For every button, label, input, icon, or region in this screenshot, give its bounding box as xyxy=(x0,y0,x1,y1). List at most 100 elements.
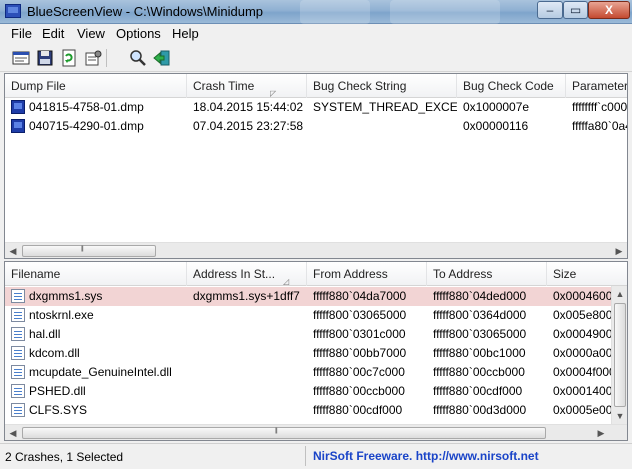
from-address: fffff800`03065000 xyxy=(313,308,407,322)
scroll-up-arrow-icon[interactable]: ▲ xyxy=(612,286,627,302)
close-button[interactable]: X xyxy=(588,1,630,19)
column-crash-time-label: Crash Time xyxy=(193,79,255,93)
bluescreenview-app-icon xyxy=(5,4,21,18)
module-row[interactable]: kdcom.dll fffff880`00bb7000 fffff880`00b… xyxy=(5,344,627,363)
module-filename: hal.dll xyxy=(29,327,61,341)
scroll-grip-icon: ||| xyxy=(81,246,84,252)
nirsoft-link[interactable]: NirSoft Freeware. http://www.nirsoft.net xyxy=(313,449,539,463)
properties-icon[interactable] xyxy=(84,49,102,67)
sort-descending-icon: ◿ xyxy=(283,277,290,286)
column-to-address[interactable]: To Address xyxy=(427,262,547,286)
scroll-left-arrow-icon[interactable]: ◀ xyxy=(5,243,21,258)
scroll-thumb[interactable] xyxy=(22,427,546,439)
to-address: fffff880`00d3d000 xyxy=(433,403,527,417)
menu-file[interactable]: File xyxy=(11,26,32,41)
scroll-thumb[interactable] xyxy=(22,245,156,257)
column-address-in-stack[interactable]: Address In St... ◿ xyxy=(187,262,307,286)
modules-vertical-scrollbar[interactable]: ▲ ▼ xyxy=(611,286,627,424)
dump-row[interactable]: 041815-4758-01.dmp 18.04.2015 15:44:02 S… xyxy=(5,98,627,117)
scroll-right-arrow-icon[interactable]: ▶ xyxy=(593,425,609,440)
crash-dumps-header: Dump File Crash Time ◸ Bug Check String … xyxy=(5,74,627,98)
bug-check-string xyxy=(313,117,457,136)
dumps-horizontal-scrollbar[interactable]: ◀ ||| ▶ xyxy=(5,242,627,258)
column-dump-file[interactable]: Dump File xyxy=(5,74,187,98)
address-in-stack xyxy=(193,344,307,363)
sort-descending-icon: ◸ xyxy=(270,89,277,98)
refresh-icon[interactable] xyxy=(60,49,78,67)
module-size: 0x0000a000 xyxy=(553,346,613,360)
module-filename: mcupdate_GenuineIntel.dll xyxy=(29,365,172,379)
module-row[interactable]: ntoskrnl.exe fffff800`03065000 fffff800`… xyxy=(5,306,627,325)
module-size: 0x005e8000 xyxy=(553,308,613,322)
module-filename: ntoskrnl.exe xyxy=(29,308,94,322)
address-in-stack xyxy=(193,382,307,401)
modules-list[interactable]: Filename Address In St... ◿ From Address… xyxy=(4,261,628,441)
crash-dumps-list[interactable]: Dump File Crash Time ◸ Bug Check String … xyxy=(4,73,628,259)
address-in-stack xyxy=(193,363,307,382)
find-icon[interactable] xyxy=(129,49,147,67)
scroll-grip-icon: ||| xyxy=(275,428,278,434)
from-address: fffff880`00bb7000 xyxy=(313,346,407,360)
crash-count-status: 2 Crashes, 1 Selected xyxy=(5,450,124,464)
background-window-ghost xyxy=(300,0,370,24)
to-address: fffff800`0364d000 xyxy=(433,308,527,322)
column-filename[interactable]: Filename xyxy=(5,262,187,286)
module-row[interactable]: PSHED.dll fffff880`00ccb000 fffff880`00c… xyxy=(5,382,627,401)
from-address: fffff880`04da7000 xyxy=(313,289,407,303)
module-row[interactable]: hal.dll fffff800`0301c000 fffff800`03065… xyxy=(5,325,627,344)
column-crash-time[interactable]: Crash Time ◸ xyxy=(187,74,307,98)
scroll-thumb[interactable] xyxy=(614,303,626,407)
html-report-icon[interactable] xyxy=(12,49,30,67)
module-size: 0x00049000 xyxy=(553,327,613,341)
from-address: fffff880`00c7c000 xyxy=(313,365,405,379)
to-address: fffff880`00cdf000 xyxy=(433,384,523,398)
modules-horizontal-scrollbar[interactable]: ◀ ||| ▶ xyxy=(5,424,627,440)
scroll-down-arrow-icon[interactable]: ▼ xyxy=(612,408,627,424)
title-bar[interactable]: BlueScreenView - C:\Windows\Minidump – ▭… xyxy=(0,0,632,24)
status-divider xyxy=(305,446,306,466)
module-size: 0x00014000 xyxy=(553,384,613,398)
column-from-address[interactable]: From Address xyxy=(307,262,427,286)
menu-options[interactable]: Options xyxy=(116,26,161,41)
menu-help[interactable]: Help xyxy=(172,26,199,41)
column-bug-check-code[interactable]: Bug Check Code xyxy=(457,74,566,98)
from-address: fffff800`0301c000 xyxy=(313,327,406,341)
toolbar-separator xyxy=(106,49,107,67)
to-address: fffff880`00ccb000 xyxy=(433,365,525,379)
module-row[interactable]: mcupdate_GenuineIntel.dll fffff880`00c7c… xyxy=(5,363,627,382)
parameter-1: ffffffff`c000 xyxy=(572,100,628,114)
module-row[interactable]: dxgmms1.sys dxgmms1.sys+1dff7 fffff880`0… xyxy=(5,287,627,306)
bug-check-code: 0x1000007e xyxy=(463,100,530,114)
module-size: 0x0005e000 xyxy=(553,403,613,417)
minimize-button[interactable]: – xyxy=(537,1,563,19)
scroll-right-arrow-icon[interactable]: ▶ xyxy=(611,243,627,258)
dump-file-name: 041815-4758-01.dmp xyxy=(29,100,144,114)
module-row[interactable]: CLFS.SYS fffff880`00cdf000 fffff880`00d3… xyxy=(5,401,627,420)
module-size: 0x0004f000 xyxy=(553,365,613,379)
module-filename: PSHED.dll xyxy=(29,384,86,398)
column-bug-check-string[interactable]: Bug Check String xyxy=(307,74,457,98)
bug-check-code: 0x00000116 xyxy=(463,119,529,133)
scroll-left-arrow-icon[interactable]: ◀ xyxy=(5,425,21,440)
address-in-stack: dxgmms1.sys+1dff7 xyxy=(193,289,300,303)
background-window-ghost xyxy=(390,0,500,24)
from-address: fffff880`00cdf000 xyxy=(313,403,403,417)
column-size[interactable]: Size xyxy=(547,262,627,286)
address-in-stack xyxy=(193,325,307,344)
module-size: 0x00046000 xyxy=(553,289,613,303)
menu-view[interactable]: View xyxy=(77,26,105,41)
dump-row[interactable]: 040715-4290-01.dmp 07.04.2015 23:27:58 0… xyxy=(5,117,627,136)
status-bar: 2 Crashes, 1 Selected NirSoft Freeware. … xyxy=(0,443,632,469)
maximize-button[interactable]: ▭ xyxy=(563,1,588,19)
save-icon[interactable] xyxy=(36,49,54,67)
to-address: fffff880`00bc1000 xyxy=(433,346,526,360)
menu-edit[interactable]: Edit xyxy=(42,26,64,41)
module-filename: kdcom.dll xyxy=(29,346,80,360)
crash-time: 07.04.2015 23:27:58 xyxy=(193,119,304,133)
modules-header: Filename Address In St... ◿ From Address… xyxy=(5,262,627,286)
column-parameter[interactable]: Parameter xyxy=(566,74,627,98)
to-address: fffff800`03065000 xyxy=(433,327,527,341)
bug-check-string: SYSTEM_THREAD_EXCE... xyxy=(313,100,457,114)
address-in-stack xyxy=(193,306,307,325)
exit-icon[interactable] xyxy=(153,49,171,67)
